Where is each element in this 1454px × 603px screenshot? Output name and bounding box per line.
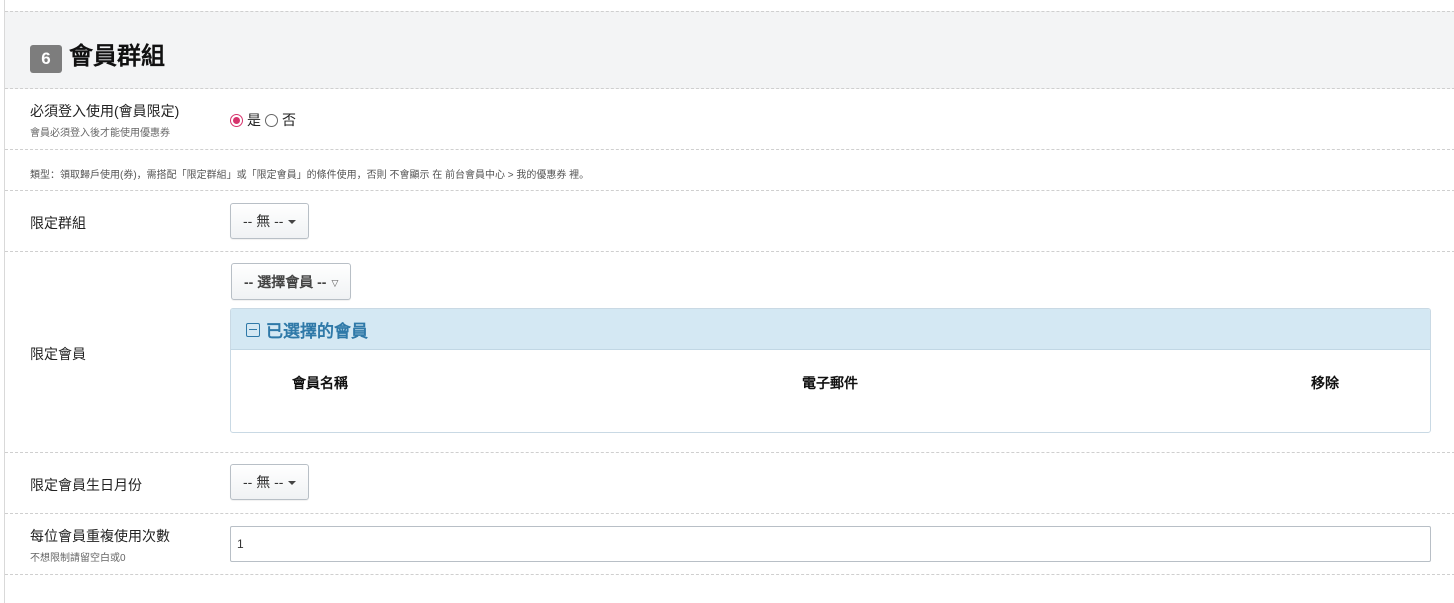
birthday-limit-label: 限定會員生日月份 xyxy=(30,477,142,493)
radio-no-label[interactable]: 否 xyxy=(282,110,296,130)
caret-down-icon xyxy=(288,220,297,224)
section-header: 6 會員群組 xyxy=(5,11,1454,89)
group-limit-value: -- 無 -- xyxy=(243,213,284,229)
column-remove: 移除 xyxy=(1311,375,1339,391)
selected-members-panel: 已選擇的會員 會員名稱 電子郵件 移除 xyxy=(230,308,1431,433)
radio-yes[interactable] xyxy=(230,113,243,127)
member-group-form: 6 會員群組 必須登入使用(會員限定) 會員必須登入後才能使用優惠券 是 否 類… xyxy=(4,0,1454,603)
radio-no[interactable] xyxy=(265,113,278,127)
select-member-label: -- 選擇會員 -- xyxy=(244,273,327,290)
section-title: 會員群組 xyxy=(69,43,165,70)
row-group-limit: 限定群組 -- 無 -- xyxy=(5,191,1454,252)
group-limit-label: 限定群組 xyxy=(30,215,86,231)
selected-members-header[interactable]: 已選擇的會員 xyxy=(231,309,1430,350)
birthday-month-value: -- 無 -- xyxy=(243,474,284,490)
repeat-limit-sublabel: 不想限制請留空白或0 xyxy=(30,553,126,564)
collapse-icon[interactable] xyxy=(246,322,260,337)
member-limit-label: 限定會員 xyxy=(30,346,86,362)
caret-down-icon xyxy=(288,481,297,485)
row-member-limit: 限定會員 -- 選擇會員 -- ▽ 已選擇的會員 會員名稱 電子郵件 移除 xyxy=(5,252,1454,453)
login-required-radio-group: 是 否 xyxy=(230,110,300,130)
repeat-limit-label: 每位會員重複使用次數 xyxy=(30,528,170,544)
selected-members-title: 已選擇的會員 xyxy=(266,321,368,341)
row-note: 類型：領取歸戶使用(券)，需搭配「限定群組」或「限定會員」的條件使用，否則 不會… xyxy=(5,150,1454,191)
row-repeat-limit: 每位會員重複使用次數 不想限制請留空白或0 xyxy=(5,514,1454,575)
repeat-limit-input[interactable] xyxy=(230,526,1431,562)
type-note: 類型：領取歸戶使用(券)，需搭配「限定群組」或「限定會員」的條件使用，否則 不會… xyxy=(30,170,590,181)
step-number-badge: 6 xyxy=(30,45,62,73)
radio-yes-label[interactable]: 是 xyxy=(247,110,261,130)
row-birthday-limit: 限定會員生日月份 -- 無 -- xyxy=(5,453,1454,514)
chevron-down-icon: ▽ xyxy=(331,277,339,288)
login-required-label: 必須登入使用(會員限定) xyxy=(30,103,180,119)
column-email: 電子郵件 xyxy=(802,375,858,391)
group-limit-dropdown[interactable]: -- 無 -- xyxy=(230,203,310,239)
column-member-name: 會員名稱 xyxy=(292,375,348,391)
select-member-dropdown[interactable]: -- 選擇會員 -- ▽ xyxy=(231,263,352,300)
birthday-month-dropdown[interactable]: -- 無 -- xyxy=(230,464,310,500)
row-login-required: 必須登入使用(會員限定) 會員必須登入後才能使用優惠券 是 否 xyxy=(5,89,1454,150)
login-required-sublabel: 會員必須登入後才能使用優惠券 xyxy=(30,128,170,139)
